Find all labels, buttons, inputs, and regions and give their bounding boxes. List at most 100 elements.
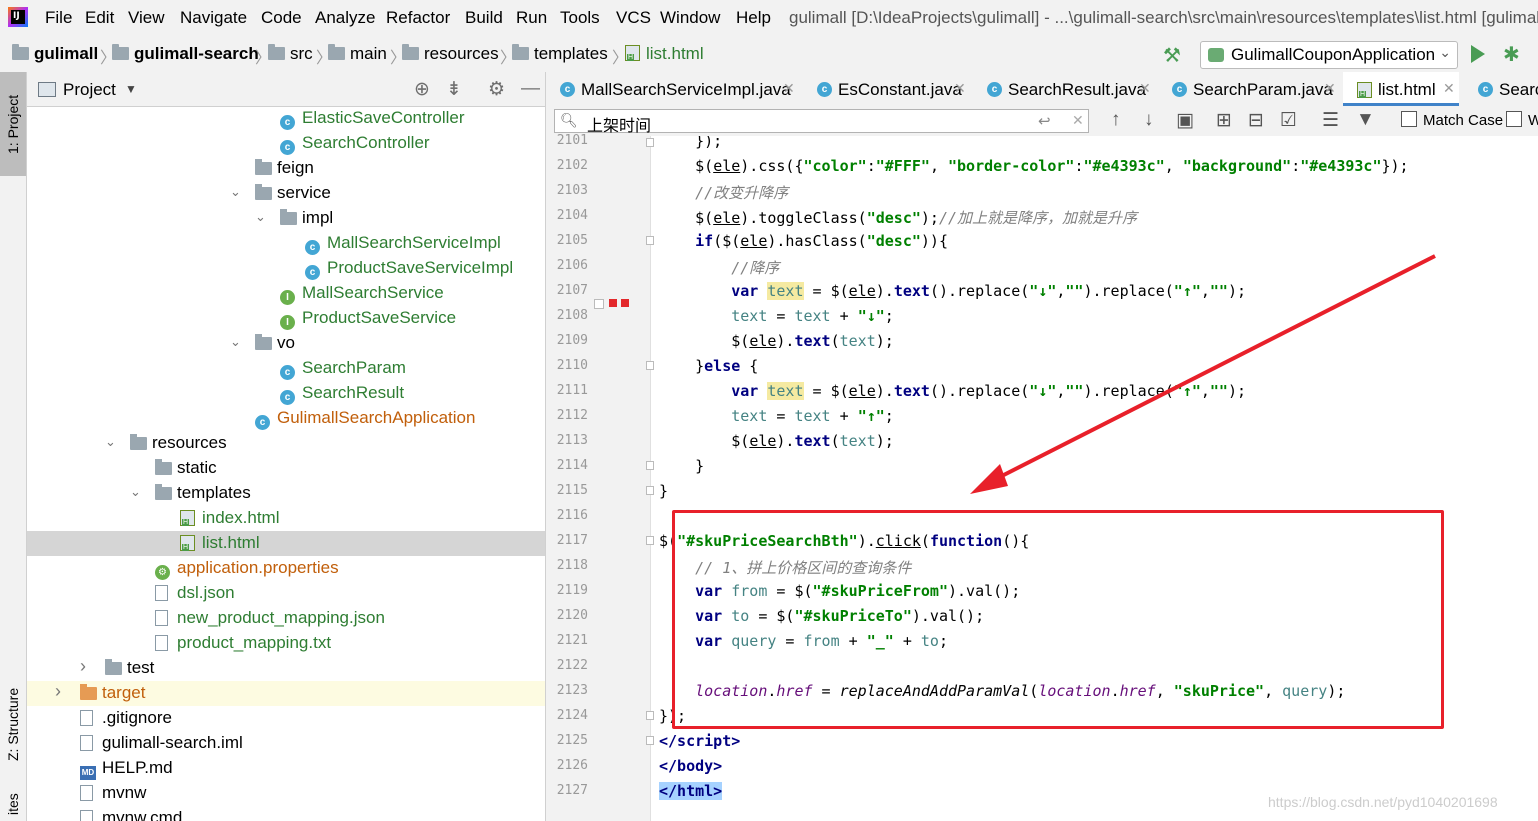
build-hammer-icon[interactable]: ⚒ bbox=[1163, 43, 1181, 68]
words-checkbox[interactable]: W bbox=[1506, 111, 1538, 129]
chevron-down-icon[interactable]: ▼ bbox=[125, 82, 137, 96]
clear-icon[interactable]: ✕ bbox=[1072, 112, 1084, 129]
tab-search-truncated[interactable]: c Searc bbox=[1464, 72, 1538, 106]
fold-marker[interactable] bbox=[646, 486, 654, 495]
menu-help[interactable]: Help bbox=[736, 8, 771, 28]
hide-panel-icon[interactable]: — bbox=[521, 78, 540, 100]
tab-searchresult[interactable]: c SearchResult.java ✕ bbox=[973, 72, 1151, 106]
add-occurrence-icon[interactable]: ⊞ bbox=[1216, 109, 1232, 132]
chevron-down-icon[interactable]: ⌄ bbox=[230, 334, 241, 350]
tree-item-feign[interactable]: feign bbox=[27, 156, 545, 181]
gear-icon[interactable]: ⚙ bbox=[488, 78, 505, 101]
tree-item-application-properties[interactable]: ⚙ application.properties bbox=[27, 556, 545, 581]
tree-item-help-md[interactable]: MD HELP.md bbox=[27, 756, 545, 781]
tree-item-new-product-mapping-json[interactable]: new_product_mapping.json bbox=[27, 606, 545, 631]
tree-item-searchparam[interactable]: c SearchParam bbox=[27, 356, 545, 381]
tree-item-product-mapping-txt[interactable]: product_mapping.txt bbox=[27, 631, 545, 656]
menu-code[interactable]: Code bbox=[261, 8, 302, 28]
match-case-checkbox[interactable]: Match Case bbox=[1401, 111, 1503, 129]
fold-marker[interactable] bbox=[646, 236, 654, 245]
history-return-icon[interactable]: ↩ bbox=[1038, 112, 1051, 130]
tree-item-mallsearchserviceimpl[interactable]: c MallSearchServiceImpl bbox=[27, 231, 545, 256]
tree-item-gulimallsearchapplication[interactable]: c GulimallSearchApplication bbox=[27, 406, 545, 431]
tree-item-elasticsavecontroller[interactable]: c ElasticSaveController bbox=[27, 106, 545, 131]
close-icon[interactable]: ✕ bbox=[1443, 80, 1455, 97]
tree-item-gulimall-search-iml[interactable]: gulimall-search.iml bbox=[27, 731, 545, 756]
close-icon[interactable]: ✕ bbox=[783, 80, 795, 97]
tree-item-impl[interactable]: ⌄ impl bbox=[27, 206, 545, 231]
previous-occurrence-icon[interactable]: ↑ bbox=[1111, 109, 1121, 131]
breadcrumb-item[interactable]: resources bbox=[402, 44, 499, 64]
breakpoint-marker[interactable] bbox=[594, 299, 604, 309]
tab-structure-tool[interactable]: Z: Structure bbox=[0, 672, 26, 776]
menu-refactor[interactable]: Refactor bbox=[386, 8, 450, 28]
close-icon[interactable]: ✕ bbox=[954, 80, 966, 97]
tree-item-mvnw[interactable]: mvnw bbox=[27, 781, 545, 806]
tree-item-productsaveservice[interactable]: I ProductSaveService bbox=[27, 306, 545, 331]
breadcrumb-item[interactable]: gulimall bbox=[12, 44, 98, 64]
tree-item-service[interactable]: ⌄ service bbox=[27, 181, 545, 206]
fold-marker[interactable] bbox=[646, 138, 654, 147]
options-icon[interactable]: ☰ bbox=[1322, 109, 1339, 132]
tree-item-templates[interactable]: ⌄ templates bbox=[27, 481, 545, 506]
filter-icon[interactable]: ▼ bbox=[1356, 109, 1375, 131]
select-occurrences-icon[interactable]: ☑ bbox=[1280, 109, 1297, 132]
menu-analyze[interactable]: Analyze bbox=[315, 8, 375, 28]
chevron-down-icon[interactable]: ⌄ bbox=[255, 209, 266, 225]
menu-view[interactable]: View bbox=[128, 8, 165, 28]
breadcrumb-item[interactable]: templates bbox=[512, 44, 608, 64]
tree-item-static[interactable]: static bbox=[27, 456, 545, 481]
close-icon[interactable]: ✕ bbox=[1139, 80, 1151, 97]
breadcrumb-item[interactable]: gulimall-search bbox=[112, 44, 259, 64]
tab-list-html[interactable]: list.html ✕ bbox=[1343, 72, 1459, 106]
tree-item-dsl-json[interactable]: dsl.json bbox=[27, 581, 545, 606]
tab-esconstant[interactable]: c EsConstant.java ✕ bbox=[803, 72, 968, 106]
fold-marker[interactable] bbox=[646, 461, 654, 470]
fold-marker[interactable] bbox=[646, 361, 654, 370]
tree-item-mvnw-cmd[interactable]: mvnw.cmd bbox=[27, 806, 545, 821]
tree-item-mallsearchservice[interactable]: I MallSearchService bbox=[27, 281, 545, 306]
remove-occurrence-icon[interactable]: ⊟ bbox=[1248, 109, 1264, 132]
locate-target-icon[interactable]: ⊕ bbox=[414, 78, 430, 101]
tab-mallsearchserviceimpl[interactable]: c MallSearchServiceImpl.java ✕ bbox=[546, 72, 798, 106]
tree-item-list-html[interactable]: list.html bbox=[27, 531, 545, 556]
tree-item-vo[interactable]: ⌄ vo bbox=[27, 331, 545, 356]
tree-item-resources[interactable]: ⌄ resources bbox=[27, 431, 545, 456]
tree-item-gitignore[interactable]: .gitignore bbox=[27, 706, 545, 731]
run-configuration-select[interactable]: GulimallCouponApplication ⌄ bbox=[1200, 41, 1458, 69]
tree-item-index-html[interactable]: index.html bbox=[27, 506, 545, 531]
tree-item-target[interactable]: › target bbox=[27, 681, 545, 706]
tree-item-searchcontroller[interactable]: c SearchController bbox=[27, 131, 545, 156]
menu-file[interactable]: File bbox=[45, 8, 72, 28]
tree-item-test[interactable]: › test bbox=[27, 656, 545, 681]
tab-searchparam[interactable]: c SearchParam.java ✕ bbox=[1158, 72, 1338, 106]
tab-project-tool[interactable]: 1: Project bbox=[0, 72, 26, 176]
breakpoint-marker[interactable] bbox=[609, 299, 617, 307]
breadcrumb-item[interactable]: main bbox=[328, 44, 387, 64]
tree-item-searchresult[interactable]: c SearchResult bbox=[27, 381, 545, 406]
menu-run[interactable]: Run bbox=[516, 8, 547, 28]
chevron-down-icon[interactable]: ⌄ bbox=[105, 434, 116, 450]
fold-marker[interactable] bbox=[646, 536, 654, 545]
find-input[interactable]: 🔍︎ 上架时间 ↩ ✕ bbox=[554, 109, 1089, 135]
breadcrumb-item[interactable]: list.html bbox=[625, 44, 704, 64]
chevron-down-icon[interactable]: ⌄ bbox=[230, 184, 241, 200]
collapse-all-icon[interactable]: ⇟ bbox=[446, 78, 462, 101]
tree-item-productsaveserviceimpl[interactable]: c ProductSaveServiceImpl bbox=[27, 256, 545, 281]
tab-favorites-tool[interactable]: ites bbox=[0, 787, 26, 821]
debug-bug-icon[interactable]: ✱ bbox=[1503, 42, 1520, 67]
menu-build[interactable]: Build bbox=[465, 8, 503, 28]
chevron-right-icon[interactable]: › bbox=[80, 656, 86, 677]
menu-navigate[interactable]: Navigate bbox=[180, 8, 247, 28]
chevron-right-icon[interactable]: › bbox=[55, 681, 61, 702]
select-all-occurrences-icon[interactable]: ▣ bbox=[1176, 109, 1194, 132]
next-occurrence-icon[interactable]: ↓ bbox=[1144, 109, 1154, 131]
fold-marker[interactable] bbox=[646, 711, 654, 720]
chevron-down-icon[interactable]: ⌄ bbox=[130, 484, 141, 500]
menu-tools[interactable]: Tools bbox=[560, 8, 600, 28]
run-play-icon[interactable] bbox=[1471, 45, 1485, 63]
menu-window[interactable]: Window bbox=[660, 8, 720, 28]
project-panel-title[interactable]: Project bbox=[63, 80, 116, 100]
fold-marker[interactable] bbox=[646, 736, 654, 745]
breadcrumb-item[interactable]: src bbox=[268, 44, 313, 64]
